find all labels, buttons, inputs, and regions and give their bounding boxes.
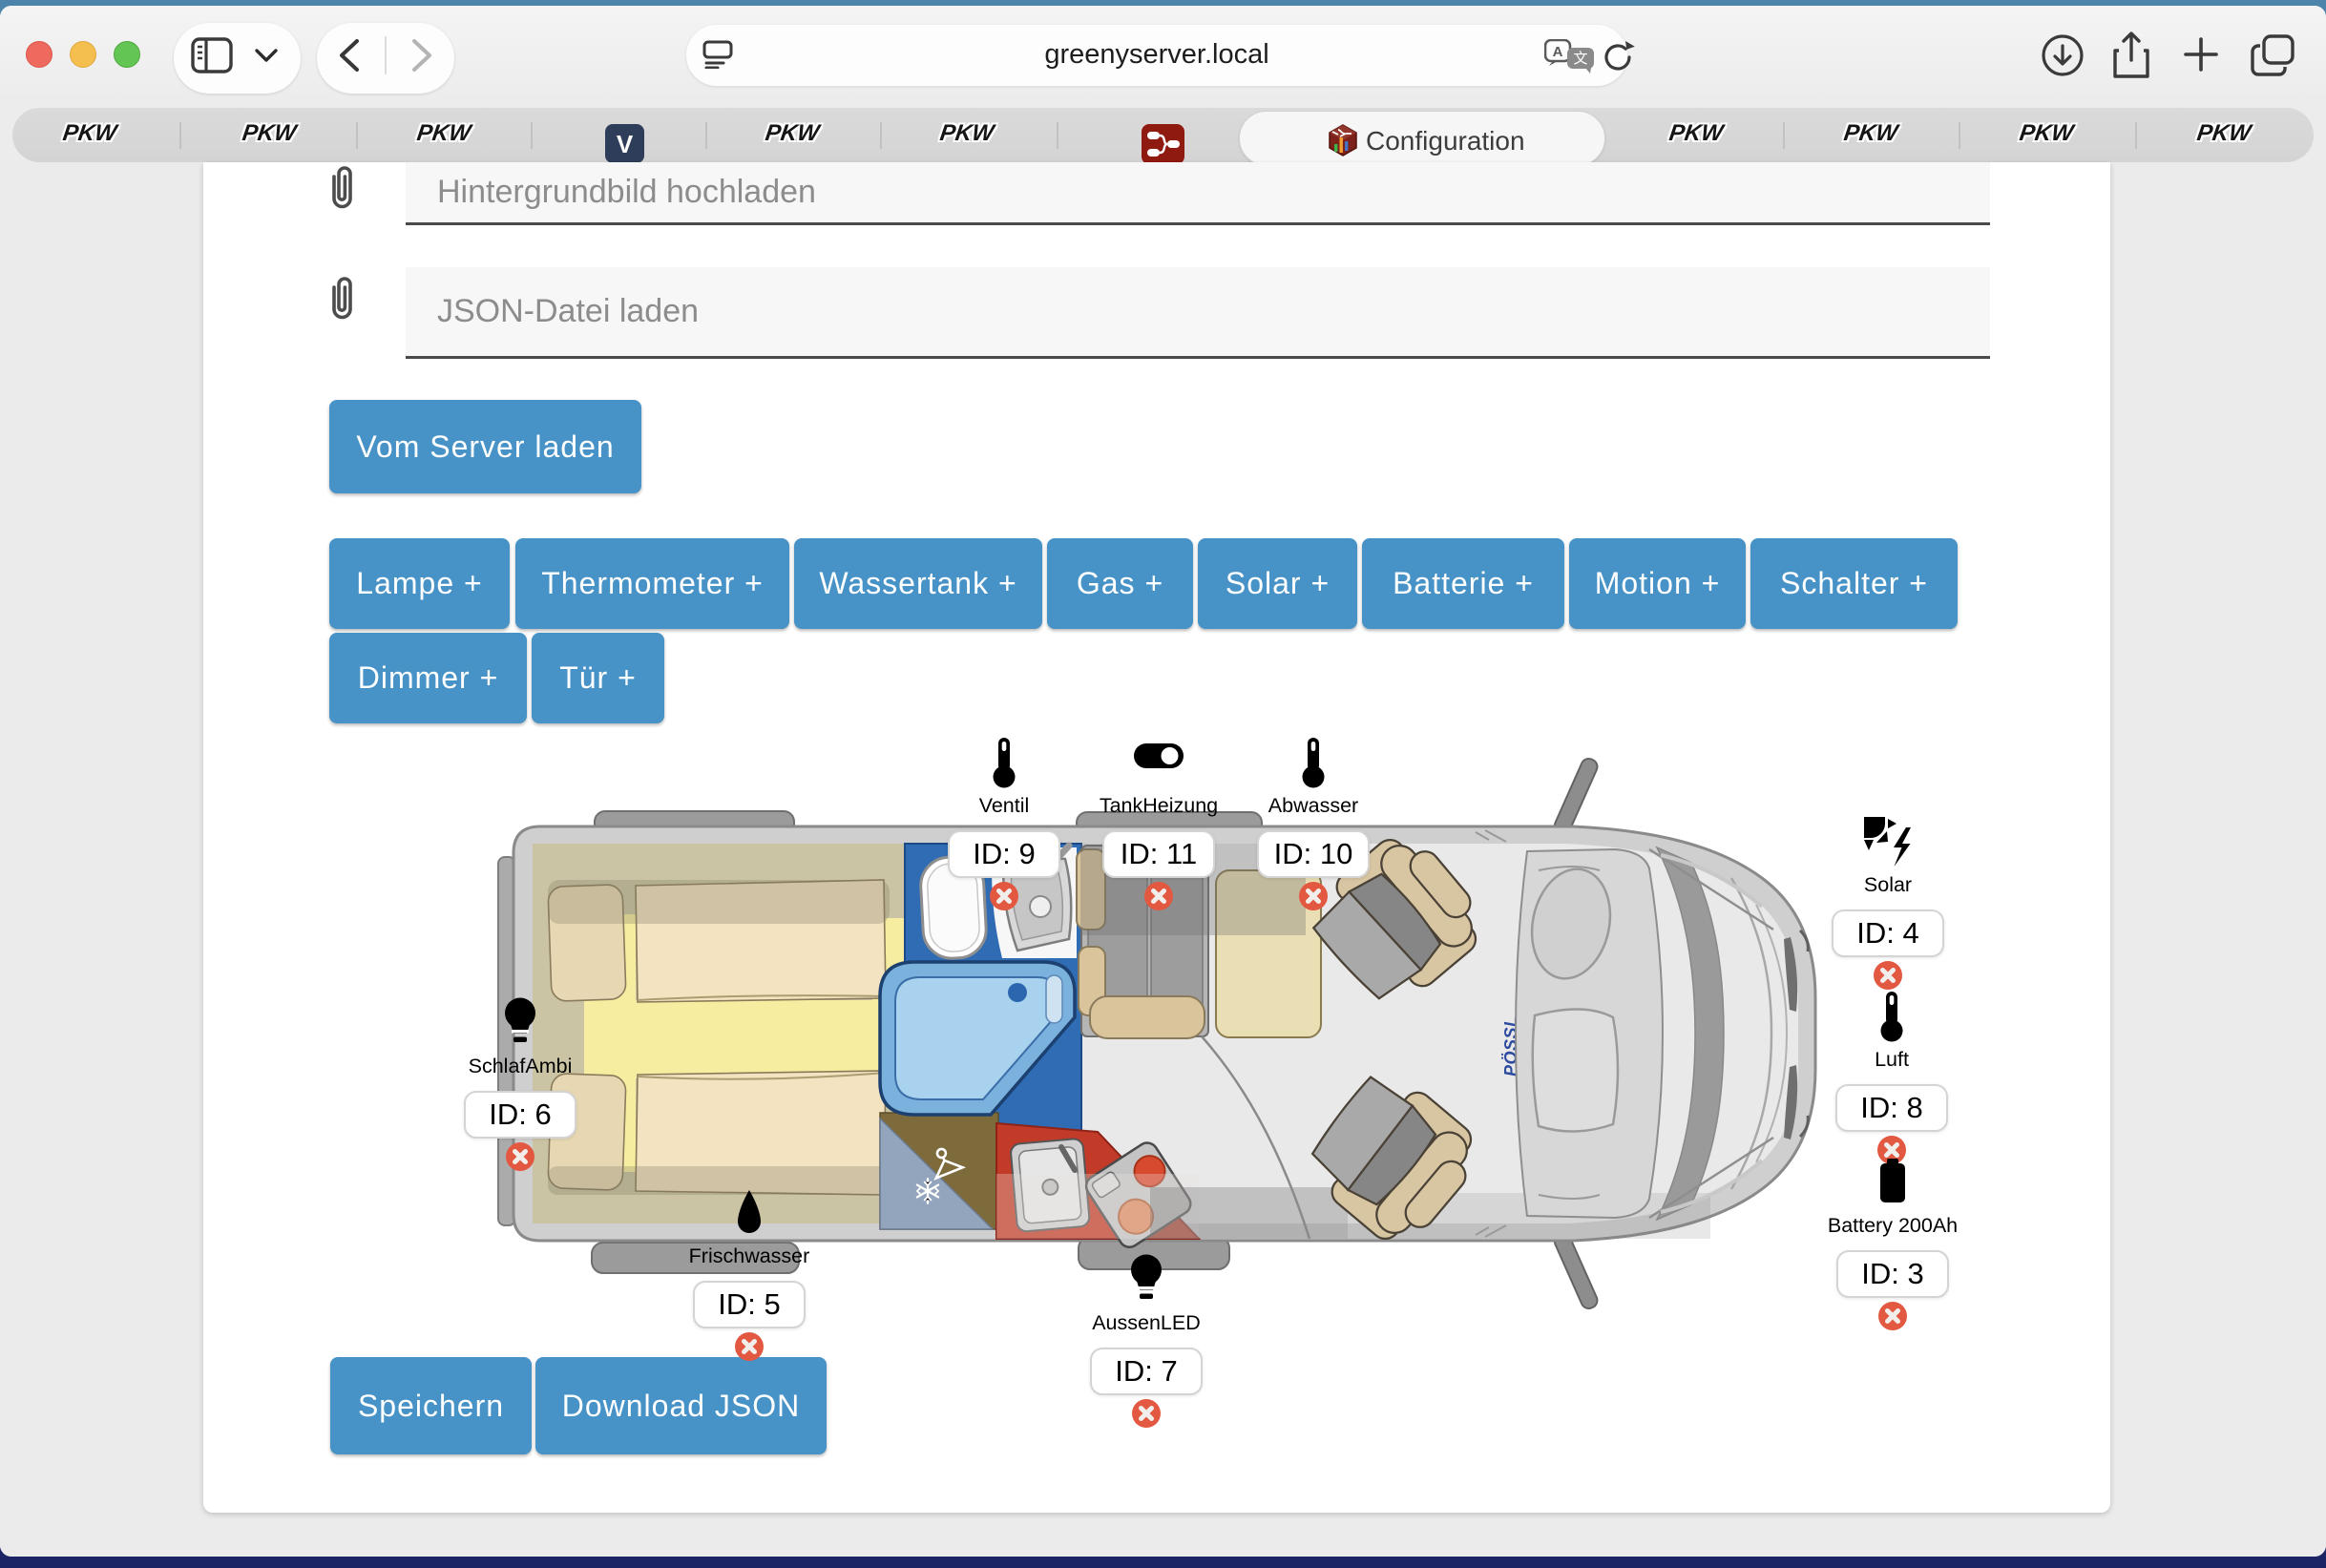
svg-text:文: 文	[1573, 51, 1587, 67]
svg-text:V: V	[617, 130, 634, 158]
svg-text:A: A	[1553, 44, 1563, 60]
